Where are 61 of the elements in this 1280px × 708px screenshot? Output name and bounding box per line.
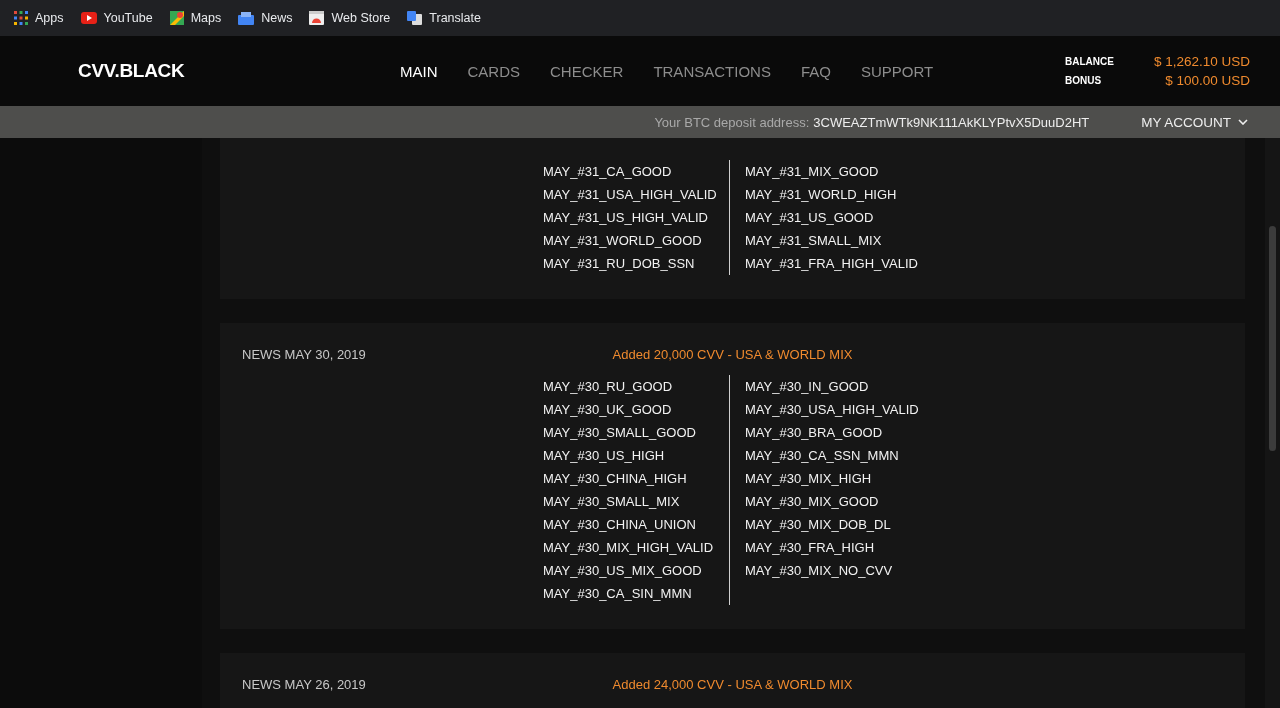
base-name: MAY_#31_CA_GOOD <box>543 163 673 181</box>
nav-link[interactable]: TRANSACTIONS <box>653 62 771 80</box>
base-name: MAY_#31_MIX_GOOD <box>745 163 880 181</box>
balance-label: BALANCE <box>1065 56 1114 67</box>
base-name: MAY_#30_MIX_HIGH_VALID <box>543 539 715 557</box>
bonus-label: BONUS <box>1065 75 1103 86</box>
map-icon <box>169 11 184 25</box>
nav-link[interactable]: FAQ <box>800 62 831 80</box>
deposit-label: Your BTC deposit address: <box>654 114 810 130</box>
nav-link[interactable]: CHECKER <box>550 62 624 80</box>
account-menu[interactable]: MY ACCOUNT <box>1141 114 1248 130</box>
news-headline: Added 20,000 CVV - USA & WORLD MIX <box>612 346 853 364</box>
base-name: MAY_#30_SMALL_MIX <box>543 493 681 511</box>
base-name: MAY_#30_SMALL_GOOD <box>543 424 697 442</box>
base-name: MAY_#30_CHINA_HIGH <box>543 470 688 488</box>
base-name: MAY_#31_WORLD_GOOD <box>543 232 703 250</box>
base-name: MAY_#30_CHINA_UNION <box>543 516 697 534</box>
base-name: MAY_#30_FRA_HIGH <box>745 539 876 557</box>
bookmark[interactable]: YouTube <box>80 11 153 25</box>
base-name: MAY_#30_MIX_GOOD <box>745 493 880 511</box>
base-name: MAY_#30_US_MIX_GOOD <box>543 562 703 580</box>
scrollbar-thumb[interactable] <box>1269 226 1276 451</box>
base-name: MAY_#30_MIX_DOB_DL <box>745 516 892 534</box>
nav-link[interactable]: SUPPORT <box>860 62 934 80</box>
translate-icon <box>407 11 423 25</box>
base-name: MAY_#30_IN_GOOD <box>745 378 870 396</box>
newspaper-icon <box>238 11 255 25</box>
base-name: MAY_#31_US_HIGH_VALID <box>543 209 709 227</box>
base-name: MAY_#31_FRA_HIGH_VALID <box>745 255 918 273</box>
base-name: MAY_#31_SMALL_MIX <box>745 232 883 250</box>
bookmark[interactable]: Web Store <box>309 11 391 25</box>
base-name: MAY_#30_UK_GOOD <box>543 401 673 419</box>
base-name: MAY_#31_RU_DOB_SSN <box>543 255 696 273</box>
base-name: MAY_#30_BRA_GOOD <box>745 424 884 442</box>
nav-link[interactable]: MAIN <box>400 62 438 80</box>
balance-amount: $ 1,262.10 USD <box>1153 54 1250 69</box>
caret-icon <box>1238 119 1248 125</box>
base-name: MAY_#31_US_GOOD <box>745 209 875 227</box>
news-date: NEWS MAY 26, 2019 <box>242 676 367 694</box>
news-date: NEWS MAY 30, 2019 <box>242 346 367 364</box>
base-name: MAY_#31_WORLD_HIGH <box>745 186 898 204</box>
bookmark[interactable]: Translate <box>407 11 481 25</box>
base-name: MAY_#30_US_HIGH <box>543 447 666 465</box>
base-name: MAY_#31_USA_HIGH_VALID <box>543 186 718 204</box>
base-name: MAY_#30_CA_SIN_MMN <box>543 585 693 603</box>
site-logo[interactable]: CVV.BLACK <box>78 60 400 82</box>
play-icon <box>80 12 97 24</box>
news-headline: Added 24,000 CVV - USA & WORLD MIX <box>612 676 853 694</box>
bonus-amount: $ 100.00 USD <box>1164 73 1250 88</box>
btc-address: 3CWEAZTmWTk9NK111AkKLYPtvX5DuuD2HT <box>813 114 1090 130</box>
store-icon <box>309 11 325 25</box>
bookmark[interactable]: News <box>238 11 293 25</box>
base-name: MAY_#30_USA_HIGH_VALID <box>745 401 919 419</box>
base-name: MAY_#30_RU_GOOD <box>543 378 674 396</box>
nav-link[interactable]: CARDS <box>467 62 520 80</box>
base-name: MAY_#30_MIX_NO_CVV <box>745 562 894 580</box>
bookmark[interactable]: Maps <box>169 11 222 25</box>
apps-grid-icon <box>14 11 28 25</box>
bookmark[interactable]: Apps <box>14 11 64 25</box>
base-name: MAY_#30_MIX_HIGH <box>745 470 873 488</box>
base-name: MAY_#30_CA_SSN_MMN <box>745 447 900 465</box>
